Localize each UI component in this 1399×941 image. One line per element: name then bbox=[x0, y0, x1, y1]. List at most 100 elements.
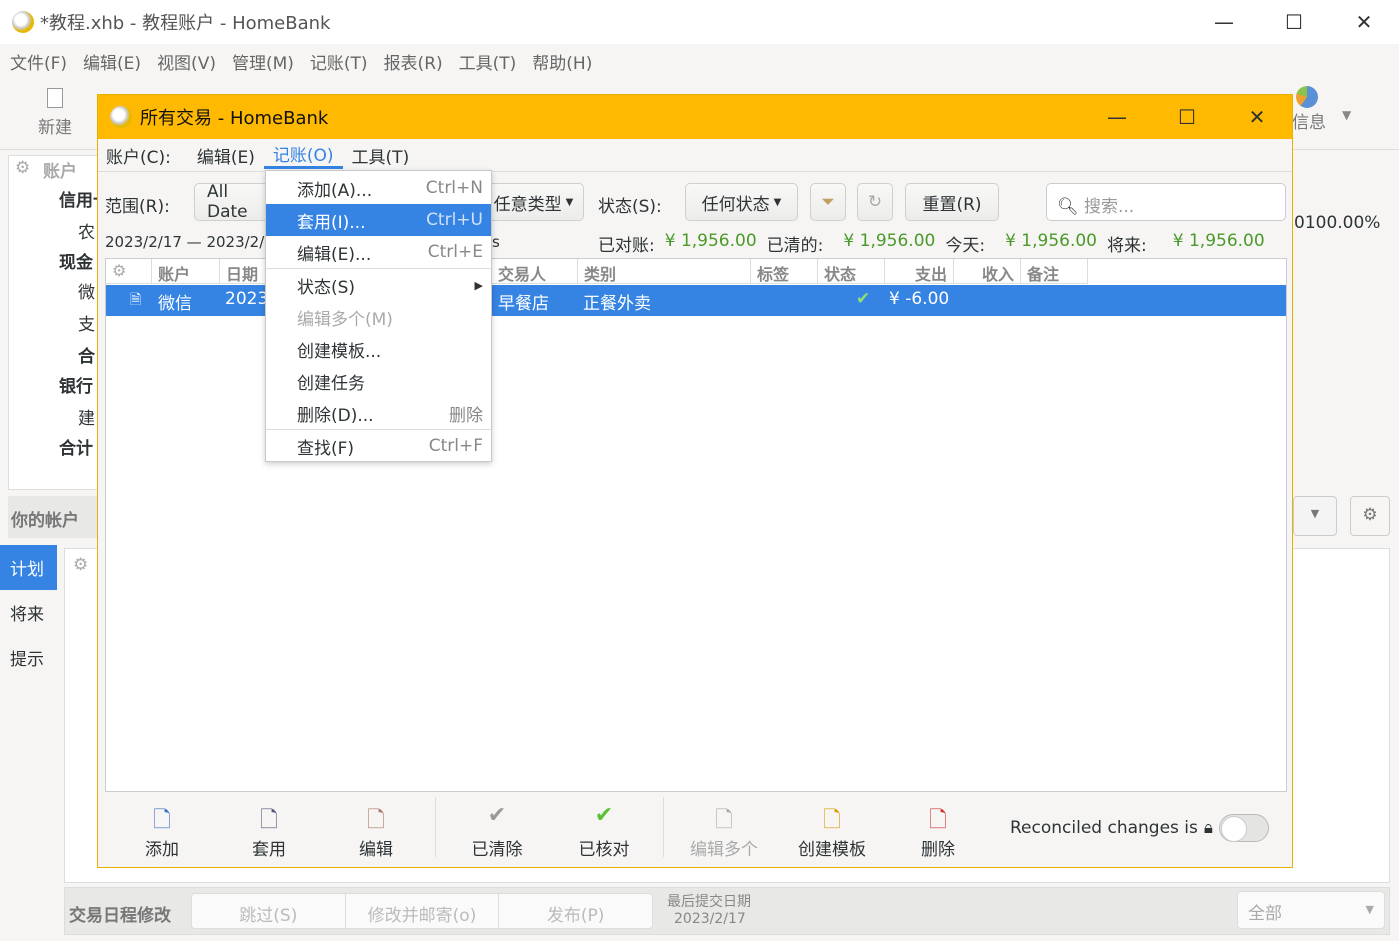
gray-check-icon: ✔ bbox=[487, 803, 507, 828]
new-button[interactable]: 新建 bbox=[38, 88, 72, 138]
reset-button[interactable]: 重置(R) bbox=[905, 183, 999, 221]
cleared-label: 已清的: bbox=[766, 236, 824, 256]
cleared-check-icon: ✔ bbox=[856, 289, 871, 309]
reconciled-label: 已核对 bbox=[578, 840, 630, 860]
column-category[interactable]: 类别 bbox=[578, 259, 751, 284]
account-item[interactable]: 农 bbox=[78, 218, 95, 243]
menu-item-create-template[interactable]: 创建模板... bbox=[266, 333, 491, 365]
settings-gear-icon[interactable]: ⚙ bbox=[1350, 496, 1390, 536]
edit-button[interactable]: 🗋 编辑 bbox=[326, 803, 426, 860]
column-tags[interactable]: 标签 bbox=[751, 259, 818, 284]
delete-label: 删除 bbox=[921, 840, 955, 860]
menu-tools[interactable]: 工具(T) bbox=[343, 143, 419, 168]
skip-button[interactable]: 跳过(S) bbox=[192, 894, 346, 928]
menu-account[interactable]: 账户(C): bbox=[106, 143, 180, 168]
reconciled-button[interactable]: ✔ 已核对 bbox=[554, 803, 654, 860]
close-icon[interactable]: ✕ bbox=[1329, 10, 1399, 34]
cell-category: 正餐外卖 bbox=[583, 294, 651, 314]
column-income[interactable]: 收入 bbox=[954, 259, 1021, 284]
menu-reports[interactable]: 报表(R) bbox=[384, 49, 443, 74]
maximize-icon[interactable]: ☐ bbox=[1259, 10, 1329, 34]
schedule-filter-select[interactable]: 全部 ▼ bbox=[1237, 891, 1385, 929]
menu-tools[interactable]: 工具(T) bbox=[459, 49, 517, 74]
cleared-amount: ¥ 1,956.00 bbox=[843, 231, 936, 251]
range-select[interactable]: All Date bbox=[194, 182, 274, 222]
main-window-title: *教程.xhb - 教程账户 - HomeBank bbox=[40, 13, 331, 34]
menu-manage[interactable]: 管理(M) bbox=[232, 49, 294, 74]
add-button[interactable]: 🗋 添加 bbox=[112, 803, 212, 860]
dialog-close-icon[interactable]: ✕ bbox=[1222, 105, 1292, 129]
homebank-icon bbox=[110, 106, 132, 128]
future-label: 将来: bbox=[1107, 236, 1147, 256]
menu-edit[interactable]: 编辑(E) bbox=[188, 143, 264, 168]
menu-item-inherit[interactable]: 套用(I)... Ctrl+U bbox=[266, 204, 491, 236]
menu-item-create-task[interactable]: 创建任务 bbox=[266, 365, 491, 397]
tab-future[interactable]: 将来 bbox=[0, 590, 57, 635]
reconciled-toggle-label: Reconciled changes is bbox=[1010, 818, 1198, 838]
column-expense[interactable]: 支出 bbox=[885, 259, 954, 284]
tab-tips[interactable]: 提示 bbox=[0, 635, 57, 680]
reconciled-toggle[interactable] bbox=[1218, 814, 1269, 842]
column-memo[interactable]: 备注 bbox=[1021, 259, 1088, 284]
dropdown-chevron-icon[interactable]: ▼ bbox=[1293, 496, 1337, 536]
menu-transaction[interactable]: 记账(O) bbox=[263, 141, 343, 169]
today-amount: ¥ 1,956.00 bbox=[1005, 231, 1098, 251]
group-bank[interactable]: 银行 bbox=[59, 372, 93, 397]
transaction-menu-dropdown: 添加(A)... Ctrl+N 套用(I)... Ctrl+U 编辑(E)... Ct… bbox=[265, 170, 492, 462]
post-button[interactable]: 发布(P) bbox=[499, 894, 652, 928]
refresh-icon[interactable]: ↻ bbox=[857, 183, 893, 221]
menu-view[interactable]: 视图(V) bbox=[157, 49, 216, 74]
group-cash[interactable]: 现金 bbox=[59, 248, 93, 273]
info-button[interactable]: 信息 bbox=[1292, 86, 1326, 133]
menu-item-add[interactable]: 添加(A)... Ctrl+N bbox=[266, 172, 491, 204]
gear-icon[interactable]: ⚙ bbox=[73, 555, 88, 575]
cleared-button[interactable]: ✔ 已清除 bbox=[447, 803, 547, 860]
menu-edit[interactable]: 编辑(E) bbox=[83, 49, 141, 74]
account-item[interactable]: 建 bbox=[78, 404, 95, 429]
menu-item-find[interactable]: 查找(F) Ctrl+F bbox=[266, 430, 491, 462]
menu-item-status[interactable]: 状态(S) ▶ bbox=[266, 269, 491, 301]
accounts-footer: 你的帐户 bbox=[8, 496, 98, 538]
menu-help[interactable]: 帮助(H) bbox=[532, 49, 592, 74]
column-status[interactable]: 状态 bbox=[818, 259, 885, 284]
subtotal: 合 bbox=[78, 347, 95, 367]
type-select[interactable]: 任意类型 ▼ bbox=[484, 183, 584, 221]
search-icon: 🔍︎ bbox=[1057, 197, 1079, 217]
inherit-button[interactable]: 🗋 套用 bbox=[219, 803, 319, 860]
create-template-button[interactable]: 🗋 创建模板 bbox=[782, 803, 882, 860]
menu-transactions[interactable]: 记账(T) bbox=[310, 49, 368, 74]
toolbar-overflow-icon[interactable]: ▼ bbox=[1342, 108, 1351, 122]
column-account[interactable]: 账户 bbox=[152, 259, 220, 284]
minimize-icon[interactable]: — bbox=[1189, 10, 1259, 34]
accounts-panel: ⚙ 账户 信用卡 农 现金 微 支 合 银行 建 合计 bbox=[8, 155, 110, 490]
dialog-maximize-icon[interactable]: ☐ bbox=[1152, 105, 1222, 129]
filter-edit-icon[interactable]: ⏷ bbox=[810, 183, 846, 221]
reconciled-label: 已对账: bbox=[598, 236, 655, 256]
menu-item-label: 创建模板... bbox=[297, 341, 382, 362]
cleared-label: 已清除 bbox=[471, 840, 523, 860]
multi-edit-button[interactable]: 🗋 编辑多个 bbox=[674, 803, 774, 860]
search-input[interactable]: 🔍︎ 搜索... bbox=[1046, 183, 1286, 221]
date-range-text: 2023/2/17 — 2023/2/1 bbox=[105, 233, 274, 251]
last-post-label: 最后提交日期 bbox=[667, 894, 751, 910]
status-select[interactable]: 任何状态 ▼ bbox=[685, 183, 798, 221]
delete-button[interactable]: 🗋 删除 bbox=[888, 803, 988, 860]
menu-item-label: 套用(I)... bbox=[297, 212, 366, 233]
gear-icon[interactable]: ⚙ bbox=[15, 158, 30, 178]
account-item[interactable]: 微 bbox=[78, 278, 95, 303]
menu-item-delete[interactable]: 删除(D)... 删除 bbox=[266, 397, 491, 429]
menu-item-label: 状态(S) bbox=[297, 277, 356, 298]
edit-post-button[interactable]: 修改并邮寄(o) bbox=[346, 894, 500, 928]
menu-file[interactable]: 文件(F) bbox=[10, 49, 67, 74]
edit-label: 编辑 bbox=[359, 840, 393, 860]
menu-item-label: 创建任务 bbox=[297, 373, 365, 394]
menu-item-edit[interactable]: 编辑(E)... Ctrl+E bbox=[266, 236, 491, 268]
add-icon: 🗋 bbox=[153, 808, 171, 833]
dialog-minimize-icon[interactable]: — bbox=[1082, 105, 1152, 129]
column-settings-icon[interactable]: ⚙ bbox=[106, 259, 152, 284]
account-item[interactable]: 支 bbox=[78, 310, 95, 335]
tab-plan[interactable]: 计划 bbox=[0, 545, 57, 590]
column-payee[interactable]: 交易人 bbox=[492, 259, 578, 284]
template-icon: 🗋 bbox=[823, 808, 841, 833]
inherit-icon: 🗋 bbox=[260, 808, 278, 833]
